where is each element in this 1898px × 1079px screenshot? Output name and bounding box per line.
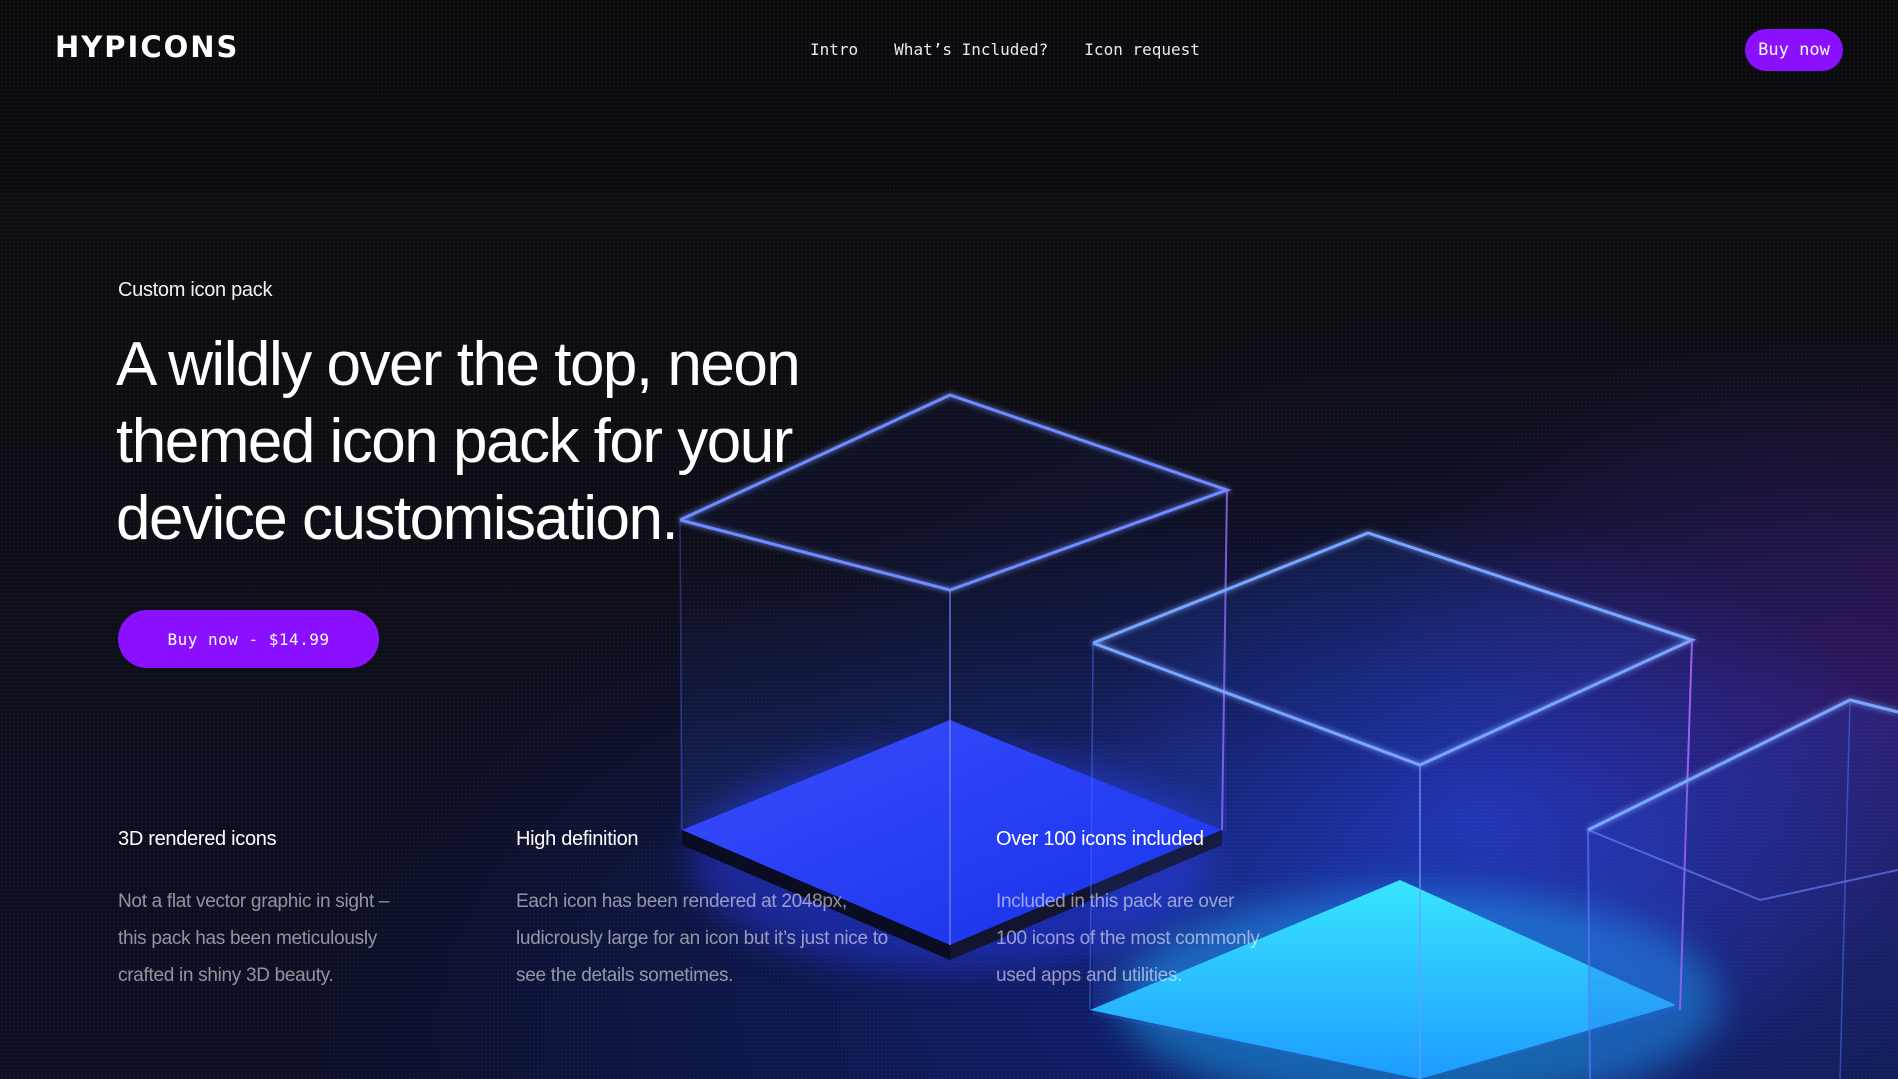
brand-logo[interactable]: HYPICONS — [55, 30, 239, 64]
feature-description: Each icon has been rendered at 2048px, l… — [516, 891, 888, 986]
feature-high-definition: High definition Each icon has been rende… — [516, 828, 896, 994]
main-nav: Intro What’s Included? Icon request — [810, 40, 1200, 59]
feature-title: 3D rendered icons — [118, 828, 277, 850]
nav-link-icon-request[interactable]: Icon request — [1084, 40, 1200, 59]
header-buy-now-button[interactable]: Buy now — [1745, 29, 1843, 71]
feature-title: Over 100 icons included — [996, 828, 1204, 850]
feature-3d-rendered: 3D rendered icons Not a flat vector grap… — [118, 828, 418, 994]
hero-headline: A wildly over the top, neon themed icon … — [116, 330, 801, 553]
hero-buy-button[interactable]: Buy now - $14.99 — [118, 610, 379, 668]
hero-eyebrow: Custom icon pack — [118, 279, 273, 301]
nav-link-intro[interactable]: Intro — [810, 40, 858, 59]
feature-title: High definition — [516, 828, 639, 850]
landing-page: HYPICONS Intro What’s Included? Icon req… — [0, 0, 1898, 1079]
feature-description: Not a flat vector graphic in sight – thi… — [118, 891, 390, 986]
feature-description: Included in this pack are over 100 icons… — [996, 891, 1260, 986]
nav-link-whats-included[interactable]: What’s Included? — [894, 40, 1048, 59]
feature-icon-count: Over 100 icons included Included in this… — [996, 828, 1266, 994]
